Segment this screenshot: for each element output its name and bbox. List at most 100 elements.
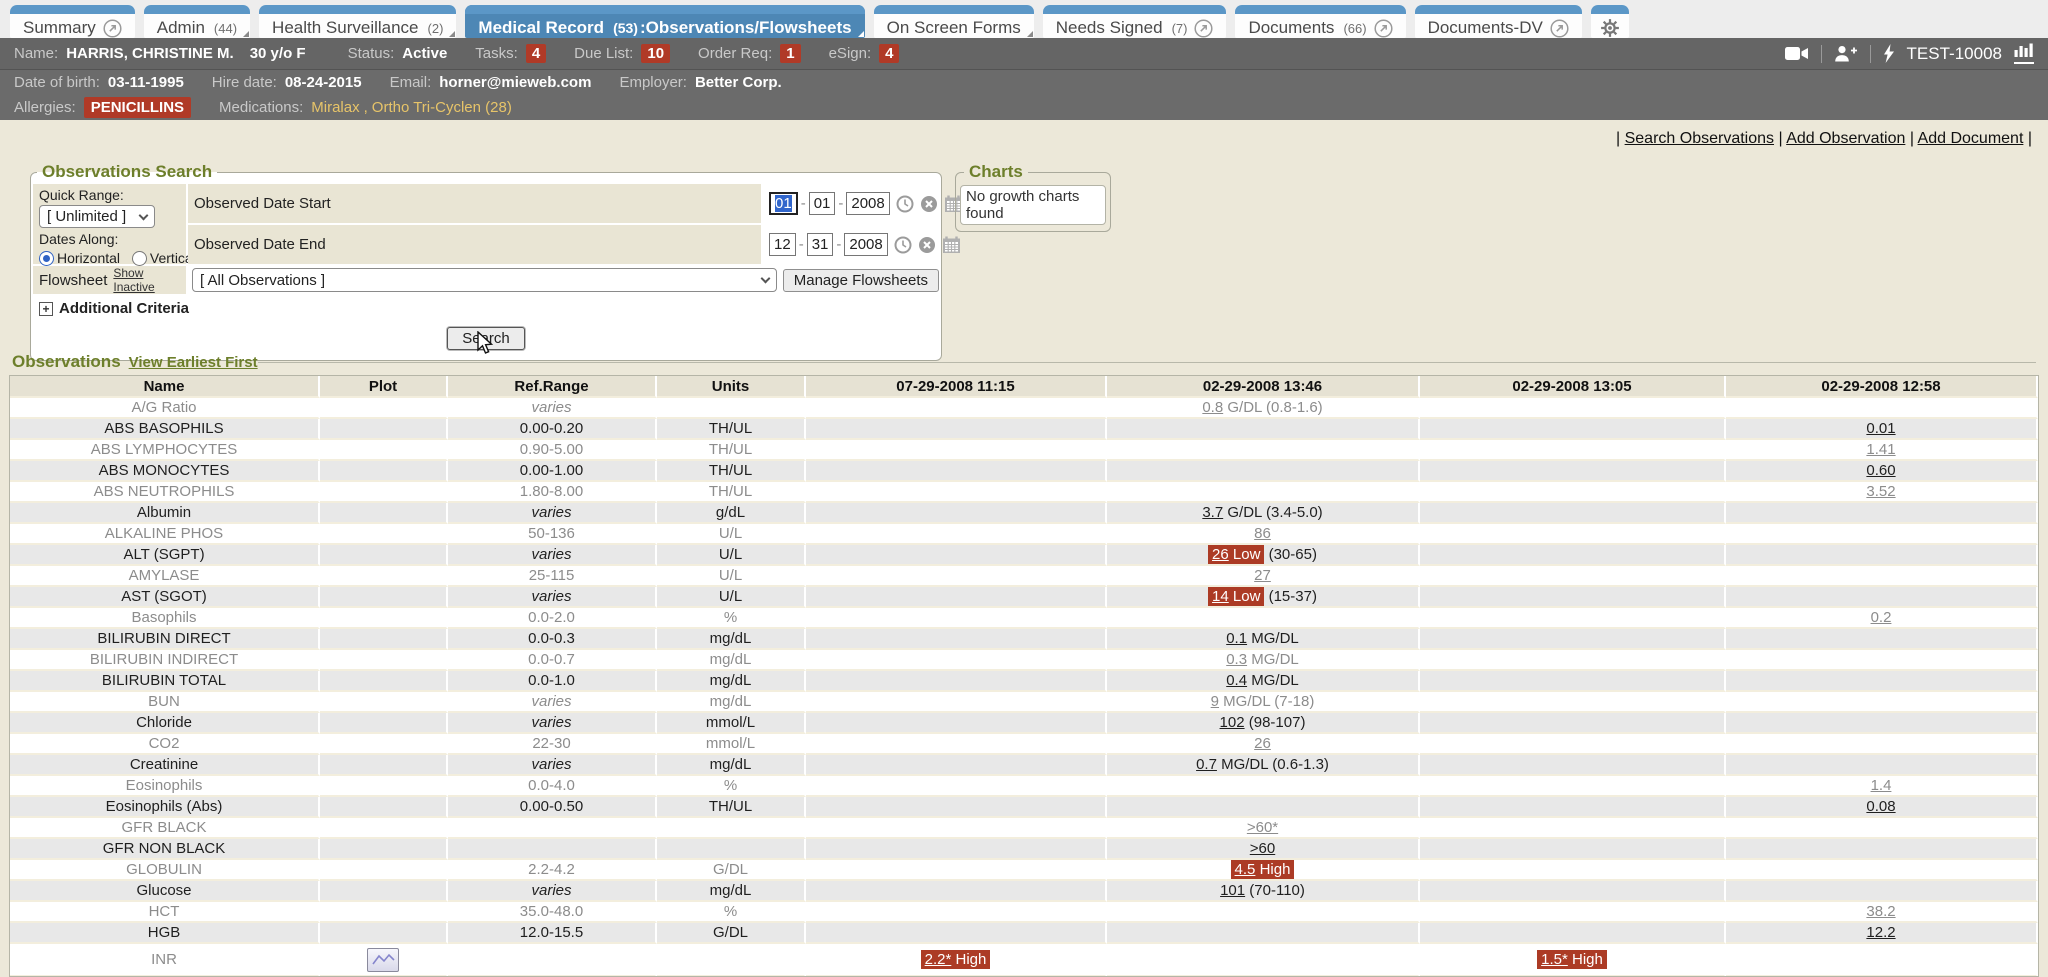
obs-value-link[interactable]: 38.2 — [1866, 903, 1895, 920]
obs-value-cell — [1420, 608, 1726, 629]
start-month-input[interactable]: 01 — [769, 192, 798, 215]
obs-value-link[interactable]: 0.2 — [1871, 609, 1892, 626]
expand-plus-icon[interactable]: + — [39, 302, 53, 316]
quick-range-select[interactable]: [ Unlimited ] — [39, 205, 155, 228]
obs-value-link[interactable]: 101 — [1220, 882, 1245, 899]
obs-value-cell — [806, 461, 1107, 482]
additional-criteria-label[interactable]: Additional Criteria — [59, 300, 189, 317]
obs-value-link[interactable]: 1.4 — [1871, 777, 1892, 794]
tab-on-screen-forms[interactable]: On Screen Forms — [874, 5, 1034, 38]
tab-label: Documents — [1248, 18, 1334, 38]
show-inactive-link[interactable]: Show Inactive — [113, 266, 180, 294]
medication-link[interactable]: Ortho Tri-Cyclen (28) — [372, 99, 512, 116]
table-row: ABS NEUTROPHILS1.80-8.00TH/UL3.52 — [10, 482, 2038, 503]
patient-name: HARRIS, CHRISTINE M. — [66, 45, 234, 62]
obs-value-cell — [1726, 629, 2038, 650]
due-list-label: Due List: — [574, 45, 633, 62]
tab-documents[interactable]: Documents(66) — [1235, 5, 1405, 38]
esign-badge[interactable]: 4 — [879, 44, 899, 63]
obs-value-link[interactable]: 26 — [1254, 735, 1271, 752]
column-header: 02-29-2008 13:46 — [1107, 376, 1420, 398]
obs-value-link[interactable]: 9 — [1211, 693, 1219, 710]
allergies-label: Allergies: — [14, 99, 76, 116]
obs-value-link[interactable]: 14 — [1212, 588, 1229, 605]
start-year-input[interactable]: 2008 — [846, 192, 889, 215]
abnormal-flag: 1.5* High — [1537, 950, 1607, 969]
obs-value-link[interactable]: 86 — [1254, 525, 1271, 542]
tab-medical-record[interactable]: Medical Record(53):Observations/Flowshee… — [465, 5, 864, 38]
clock-icon[interactable] — [896, 195, 914, 213]
table-row: A/G Ratiovaries0.8 G/DL (0.8-1.6) — [10, 398, 2038, 419]
tab-needs-signed[interactable]: Needs Signed(7) — [1043, 5, 1227, 38]
observations-title: Observations — [12, 352, 121, 372]
tab-label: Summary — [23, 18, 96, 38]
start-day-input[interactable]: 01 — [809, 192, 836, 215]
divider — [1870, 45, 1871, 63]
tab-admin[interactable]: Admin(44) — [144, 5, 250, 38]
obs-value-link[interactable]: 26 — [1212, 546, 1229, 563]
obs-value-link[interactable]: 0.4 — [1226, 672, 1247, 689]
flowsheet-select[interactable]: [ All Observations ] — [192, 268, 777, 292]
obs-value-link[interactable]: 3.52 — [1866, 483, 1895, 500]
obs-refrange-cell: 0.00-0.20 — [448, 419, 657, 440]
obs-value-link[interactable]: 0.8 — [1202, 399, 1223, 416]
charts-empty-message: No growth charts found — [960, 185, 1106, 225]
order-req-badge[interactable]: 1 — [780, 44, 800, 63]
tab-summary[interactable]: Summary — [10, 5, 135, 38]
video-camera-icon[interactable] — [1785, 46, 1809, 61]
manage-flowsheets-button[interactable]: Manage Flowsheets — [783, 269, 939, 292]
obs-value-link[interactable]: 1.41 — [1866, 441, 1895, 458]
obs-value-link[interactable]: 0.08 — [1866, 798, 1895, 815]
obs-value-link[interactable]: 0.60 — [1866, 462, 1895, 479]
obs-value-link[interactable]: >60 — [1250, 840, 1275, 857]
obs-value-link[interactable]: 102 — [1220, 714, 1245, 731]
end-year-input[interactable]: 2008 — [844, 233, 887, 256]
obs-name-cell: Creatinine — [10, 755, 320, 776]
obs-value-link[interactable]: 2.2* — [925, 951, 952, 968]
end-month-input[interactable]: 12 — [769, 233, 796, 256]
view-earliest-first-link[interactable]: View Earliest First — [129, 354, 258, 371]
table-row: ALT (SGPT)variesU/L26 Low (30-65) — [10, 545, 2038, 566]
tab-count: (2) — [428, 21, 444, 36]
obs-value-link[interactable]: 27 — [1254, 567, 1271, 584]
obs-value-link[interactable]: 4.5 — [1235, 861, 1256, 878]
table-row: BUNvariesmg/dL9 MG/DL (7-18) — [10, 692, 2038, 713]
obs-value-cell — [1420, 587, 1726, 608]
obs-value-cell — [806, 608, 1107, 629]
obs-plot-cell — [320, 944, 448, 977]
tab-settings[interactable] — [1591, 5, 1629, 38]
end-day-input[interactable]: 31 — [807, 233, 834, 256]
date-end-label: Observed Date End — [188, 225, 761, 264]
obs-value-link[interactable]: 0.01 — [1866, 420, 1895, 437]
add-document-link[interactable]: Add Document — [1918, 130, 2024, 147]
allergy-badge[interactable]: PENICILLINS — [84, 97, 191, 118]
obs-value-link[interactable]: 0.3 — [1226, 651, 1247, 668]
clear-date-icon[interactable] — [920, 195, 938, 213]
obs-value-link[interactable]: 0.7 — [1196, 756, 1217, 773]
due-list-badge[interactable]: 10 — [641, 44, 670, 63]
vertical-radio[interactable] — [132, 251, 147, 266]
horizontal-radio[interactable] — [39, 251, 54, 266]
obs-plot-cell — [320, 440, 448, 461]
add-observation-link[interactable]: Add Observation — [1786, 130, 1905, 147]
obs-name-cell: GFR BLACK — [10, 818, 320, 839]
flowsheet-chart-icon[interactable] — [2014, 43, 2034, 64]
plot-sparkline-button[interactable] — [367, 948, 399, 972]
obs-value-link[interactable]: 12.2 — [1866, 924, 1895, 941]
obs-value-cell — [1420, 566, 1726, 587]
obs-value-link[interactable]: 0.1 — [1226, 630, 1247, 647]
search-observations-link[interactable]: Search Observations — [1625, 130, 1774, 147]
obs-value-cell — [1420, 923, 1726, 944]
tab-health-surveillance[interactable]: Health Surveillance(2) — [259, 5, 456, 38]
add-person-icon[interactable] — [1834, 45, 1858, 62]
calendar-icon[interactable] — [942, 236, 961, 254]
tab-documents-dv[interactable]: Documents-DV — [1415, 5, 1582, 38]
tasks-badge[interactable]: 4 — [526, 44, 546, 63]
obs-value-link[interactable]: >60* — [1247, 819, 1278, 836]
medication-link[interactable]: Miralax — [311, 99, 359, 116]
lightning-icon[interactable] — [1883, 44, 1895, 63]
clear-date-icon[interactable] — [918, 236, 936, 254]
obs-value-link[interactable]: 3.7 — [1202, 504, 1223, 521]
obs-value-link[interactable]: 1.5* — [1541, 951, 1568, 968]
clock-icon[interactable] — [894, 236, 912, 254]
